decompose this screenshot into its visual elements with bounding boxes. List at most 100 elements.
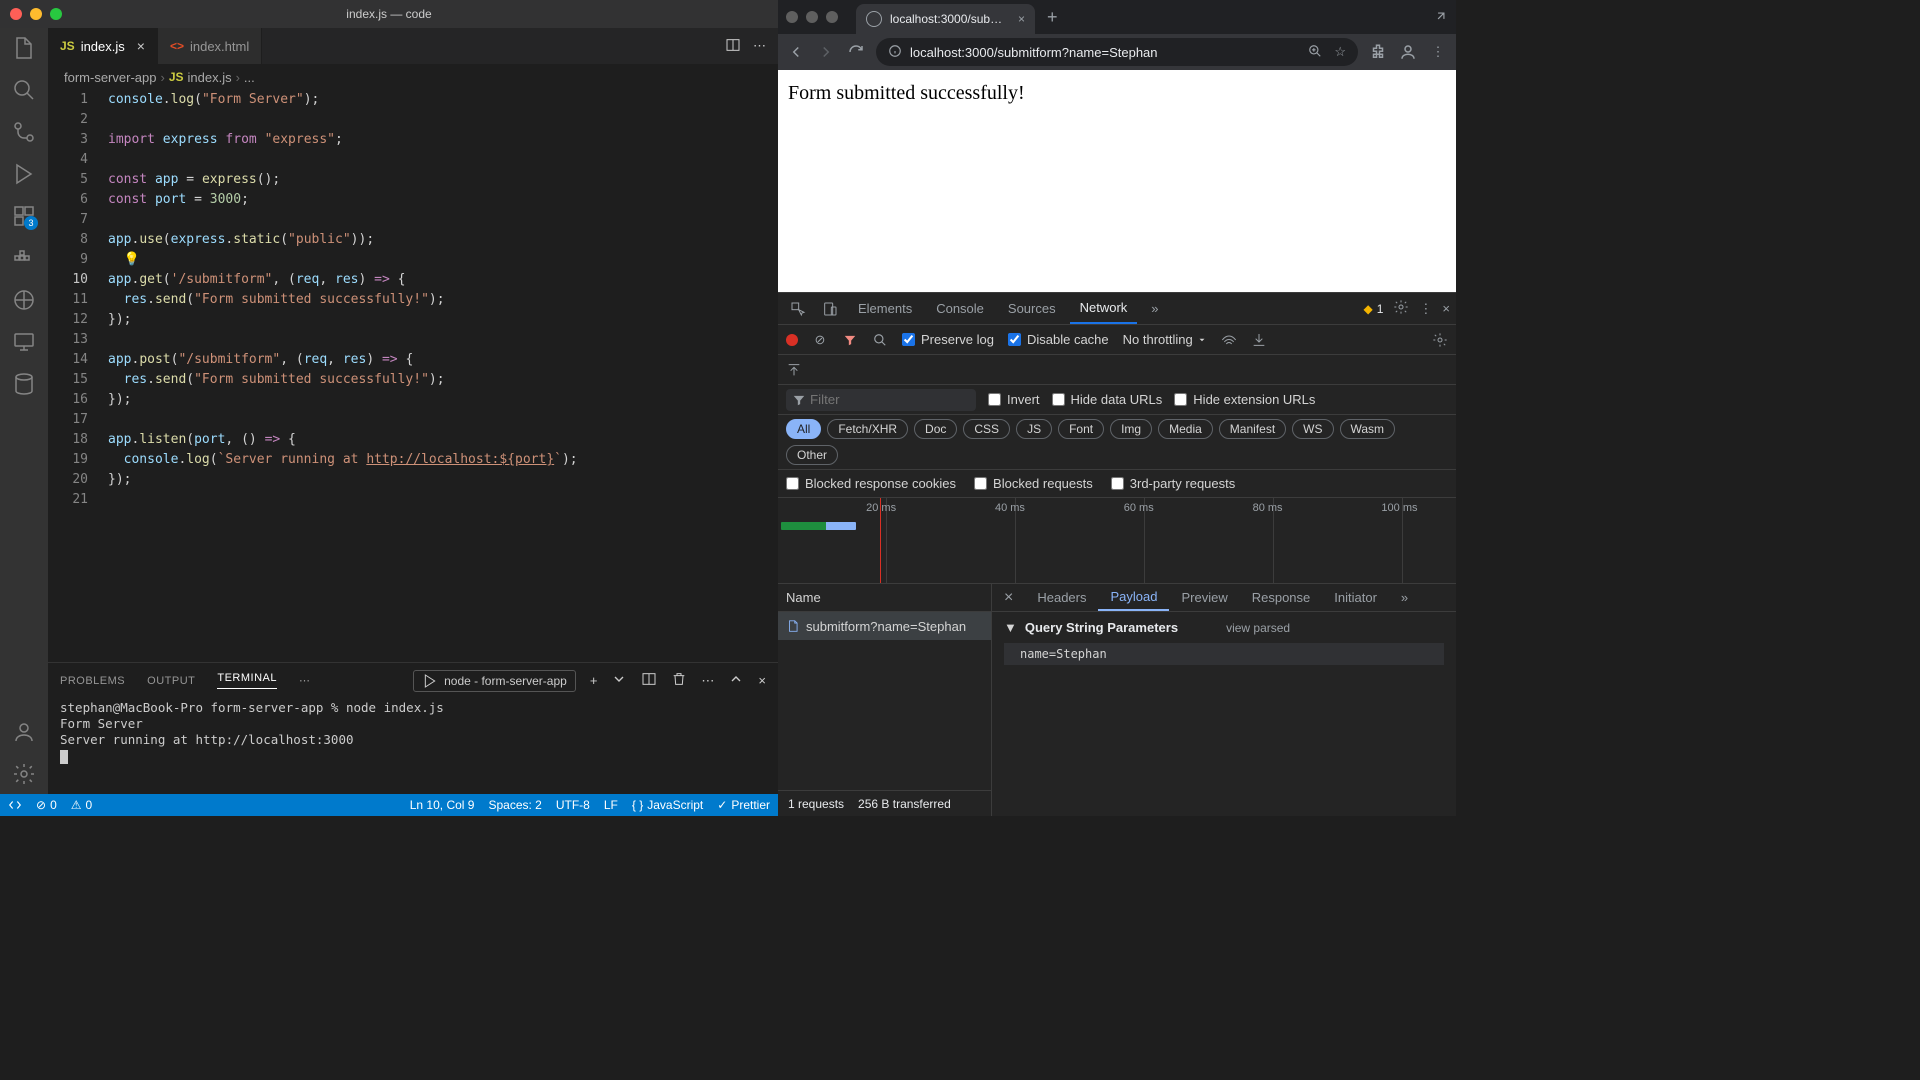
type-filter-fetchxhr[interactable]: Fetch/XHR xyxy=(827,419,908,439)
reload-button[interactable] xyxy=(846,42,866,62)
inspect-element-icon[interactable] xyxy=(784,293,812,324)
devtools-tab-console[interactable]: Console xyxy=(926,293,994,324)
language-mode[interactable]: { } JavaScript xyxy=(632,798,703,812)
extensions-icon[interactable] xyxy=(1368,42,1388,62)
profile-icon[interactable] xyxy=(1398,42,1418,62)
close-window-button[interactable] xyxy=(786,11,798,23)
detail-tab-more-icon[interactable]: » xyxy=(1389,584,1420,611)
explorer-icon[interactable] xyxy=(12,36,36,60)
panel-tab-problems[interactable]: PROBLEMS xyxy=(60,675,125,687)
close-window-button[interactable] xyxy=(10,8,22,20)
expand-tabs-icon[interactable] xyxy=(1434,9,1448,26)
new-terminal-icon[interactable]: + xyxy=(590,673,598,688)
tab-index-html[interactable]: <> index.html xyxy=(158,28,262,64)
collapse-icon[interactable]: ▼ xyxy=(1004,620,1017,635)
type-filter-other[interactable]: Other xyxy=(786,445,838,465)
search-icon[interactable] xyxy=(12,78,36,102)
zoom-icon[interactable] xyxy=(1308,44,1322,61)
site-info-icon[interactable] xyxy=(888,44,902,61)
breadcrumbs[interactable]: form-server-app › JS index.js › ... xyxy=(48,64,778,90)
terminal-output[interactable]: stephan@MacBook-Pro form-server-app % no… xyxy=(48,698,778,794)
blocked-requests-checkbox[interactable]: Blocked requests xyxy=(974,476,1093,491)
filter-input[interactable] xyxy=(786,389,976,411)
type-filter-doc[interactable]: Doc xyxy=(914,419,957,439)
remote-explorer-icon[interactable] xyxy=(12,330,36,354)
prettier-status[interactable]: ✓ Prettier xyxy=(717,798,770,812)
type-filter-all[interactable]: All xyxy=(786,419,821,439)
devtools-tab-more-icon[interactable]: » xyxy=(1141,293,1168,324)
third-party-checkbox[interactable]: 3rd-party requests xyxy=(1111,476,1236,491)
eol[interactable]: LF xyxy=(604,798,618,812)
close-panel-icon[interactable]: × xyxy=(758,673,766,688)
network-settings-icon[interactable] xyxy=(1432,332,1448,348)
remote-indicator[interactable] xyxy=(8,798,22,812)
extensions-icon[interactable]: 3 xyxy=(12,204,36,228)
import-har-icon[interactable] xyxy=(1251,332,1267,348)
panel-tab-terminal[interactable]: TERMINAL xyxy=(217,672,277,689)
panel-tab-more[interactable]: ⋯ xyxy=(299,674,311,687)
browser-tab[interactable]: localhost:3000/submitform? × xyxy=(856,4,1035,34)
device-toggle-icon[interactable] xyxy=(816,293,844,324)
account-icon[interactable] xyxy=(12,720,36,744)
type-filter-wasm[interactable]: Wasm xyxy=(1340,419,1396,439)
docker-icon[interactable] xyxy=(12,246,36,270)
devtools-tab-elements[interactable]: Elements xyxy=(848,293,922,324)
detail-tab-preview[interactable]: Preview xyxy=(1169,584,1239,611)
detail-tab-headers[interactable]: Headers xyxy=(1025,584,1098,611)
hide-data-urls-checkbox[interactable]: Hide data URLs xyxy=(1052,392,1163,407)
detail-tab-initiator[interactable]: Initiator xyxy=(1322,584,1389,611)
indentation[interactable]: Spaces: 2 xyxy=(488,798,541,812)
search-icon[interactable] xyxy=(872,332,888,348)
warnings-count[interactable]: ⚠ 0 xyxy=(71,798,92,812)
export-har-icon[interactable] xyxy=(786,362,802,378)
devtools-tab-network[interactable]: Network xyxy=(1070,293,1138,324)
detail-tab-payload[interactable]: Payload xyxy=(1098,584,1169,611)
close-tab-icon[interactable]: × xyxy=(137,38,145,54)
type-filter-media[interactable]: Media xyxy=(1158,419,1213,439)
throttling-select[interactable]: No throttling xyxy=(1123,332,1207,347)
terminal-dropdown-icon[interactable] xyxy=(611,671,627,690)
view-parsed-link[interactable]: view parsed xyxy=(1226,621,1290,635)
clear-icon[interactable]: ⊘ xyxy=(812,332,828,348)
network-conditions-icon[interactable] xyxy=(1221,332,1237,348)
close-devtools-icon[interactable]: × xyxy=(1442,301,1450,316)
filter-toggle-icon[interactable] xyxy=(842,332,858,348)
waterfall-overview[interactable]: 20 ms 40 ms 60 ms 80 ms 100 ms xyxy=(778,498,1456,584)
devtools-menu-icon[interactable]: ⋮ xyxy=(1419,301,1432,317)
preserve-log-checkbox[interactable]: Preserve log xyxy=(902,332,994,347)
code-editor[interactable]: 123456789101112131415161718192021 consol… xyxy=(48,90,778,662)
settings-gear-icon[interactable] xyxy=(12,762,36,786)
panel-tab-output[interactable]: OUTPUT xyxy=(147,675,195,687)
detail-tab-response[interactable]: Response xyxy=(1240,584,1323,611)
type-filter-img[interactable]: Img xyxy=(1110,419,1152,439)
maximize-window-button[interactable] xyxy=(50,8,62,20)
address-bar[interactable]: localhost:3000/submitform?name=Stephan ☆ xyxy=(876,38,1358,66)
issues-badge[interactable]: ◆1 xyxy=(1363,302,1383,316)
maximize-panel-icon[interactable] xyxy=(728,671,744,690)
minimize-window-button[interactable] xyxy=(806,11,818,23)
new-tab-button[interactable]: + xyxy=(1047,7,1058,28)
tab-index-js[interactable]: JS index.js × xyxy=(48,28,158,64)
cursor-position[interactable]: Ln 10, Col 9 xyxy=(410,798,475,812)
panel-more-icon[interactable]: ⋯ xyxy=(701,673,714,689)
run-debug-icon[interactable] xyxy=(12,162,36,186)
type-filter-js[interactable]: JS xyxy=(1016,419,1052,439)
terminal-runner-label[interactable]: node - form-server-app xyxy=(413,670,576,692)
type-filter-manifest[interactable]: Manifest xyxy=(1219,419,1286,439)
database-icon[interactable] xyxy=(12,372,36,396)
split-terminal-icon[interactable] xyxy=(641,671,657,690)
request-list-header[interactable]: Name xyxy=(778,584,991,612)
invert-checkbox[interactable]: Invert xyxy=(988,392,1040,407)
back-button[interactable] xyxy=(786,42,806,62)
close-tab-icon[interactable]: × xyxy=(1018,12,1025,26)
bookmark-icon[interactable]: ☆ xyxy=(1334,44,1346,61)
request-row[interactable]: submitform?name=Stephan xyxy=(778,612,991,640)
devtools-settings-icon[interactable] xyxy=(1393,299,1409,318)
blocked-cookies-checkbox[interactable]: Blocked response cookies xyxy=(786,476,956,491)
close-detail-icon[interactable]: × xyxy=(992,584,1025,611)
record-button[interactable] xyxy=(786,334,798,346)
disable-cache-checkbox[interactable]: Disable cache xyxy=(1008,332,1109,347)
encoding[interactable]: UTF-8 xyxy=(556,798,590,812)
split-editor-icon[interactable] xyxy=(725,37,741,56)
more-actions-icon[interactable]: ⋯ xyxy=(753,38,766,54)
